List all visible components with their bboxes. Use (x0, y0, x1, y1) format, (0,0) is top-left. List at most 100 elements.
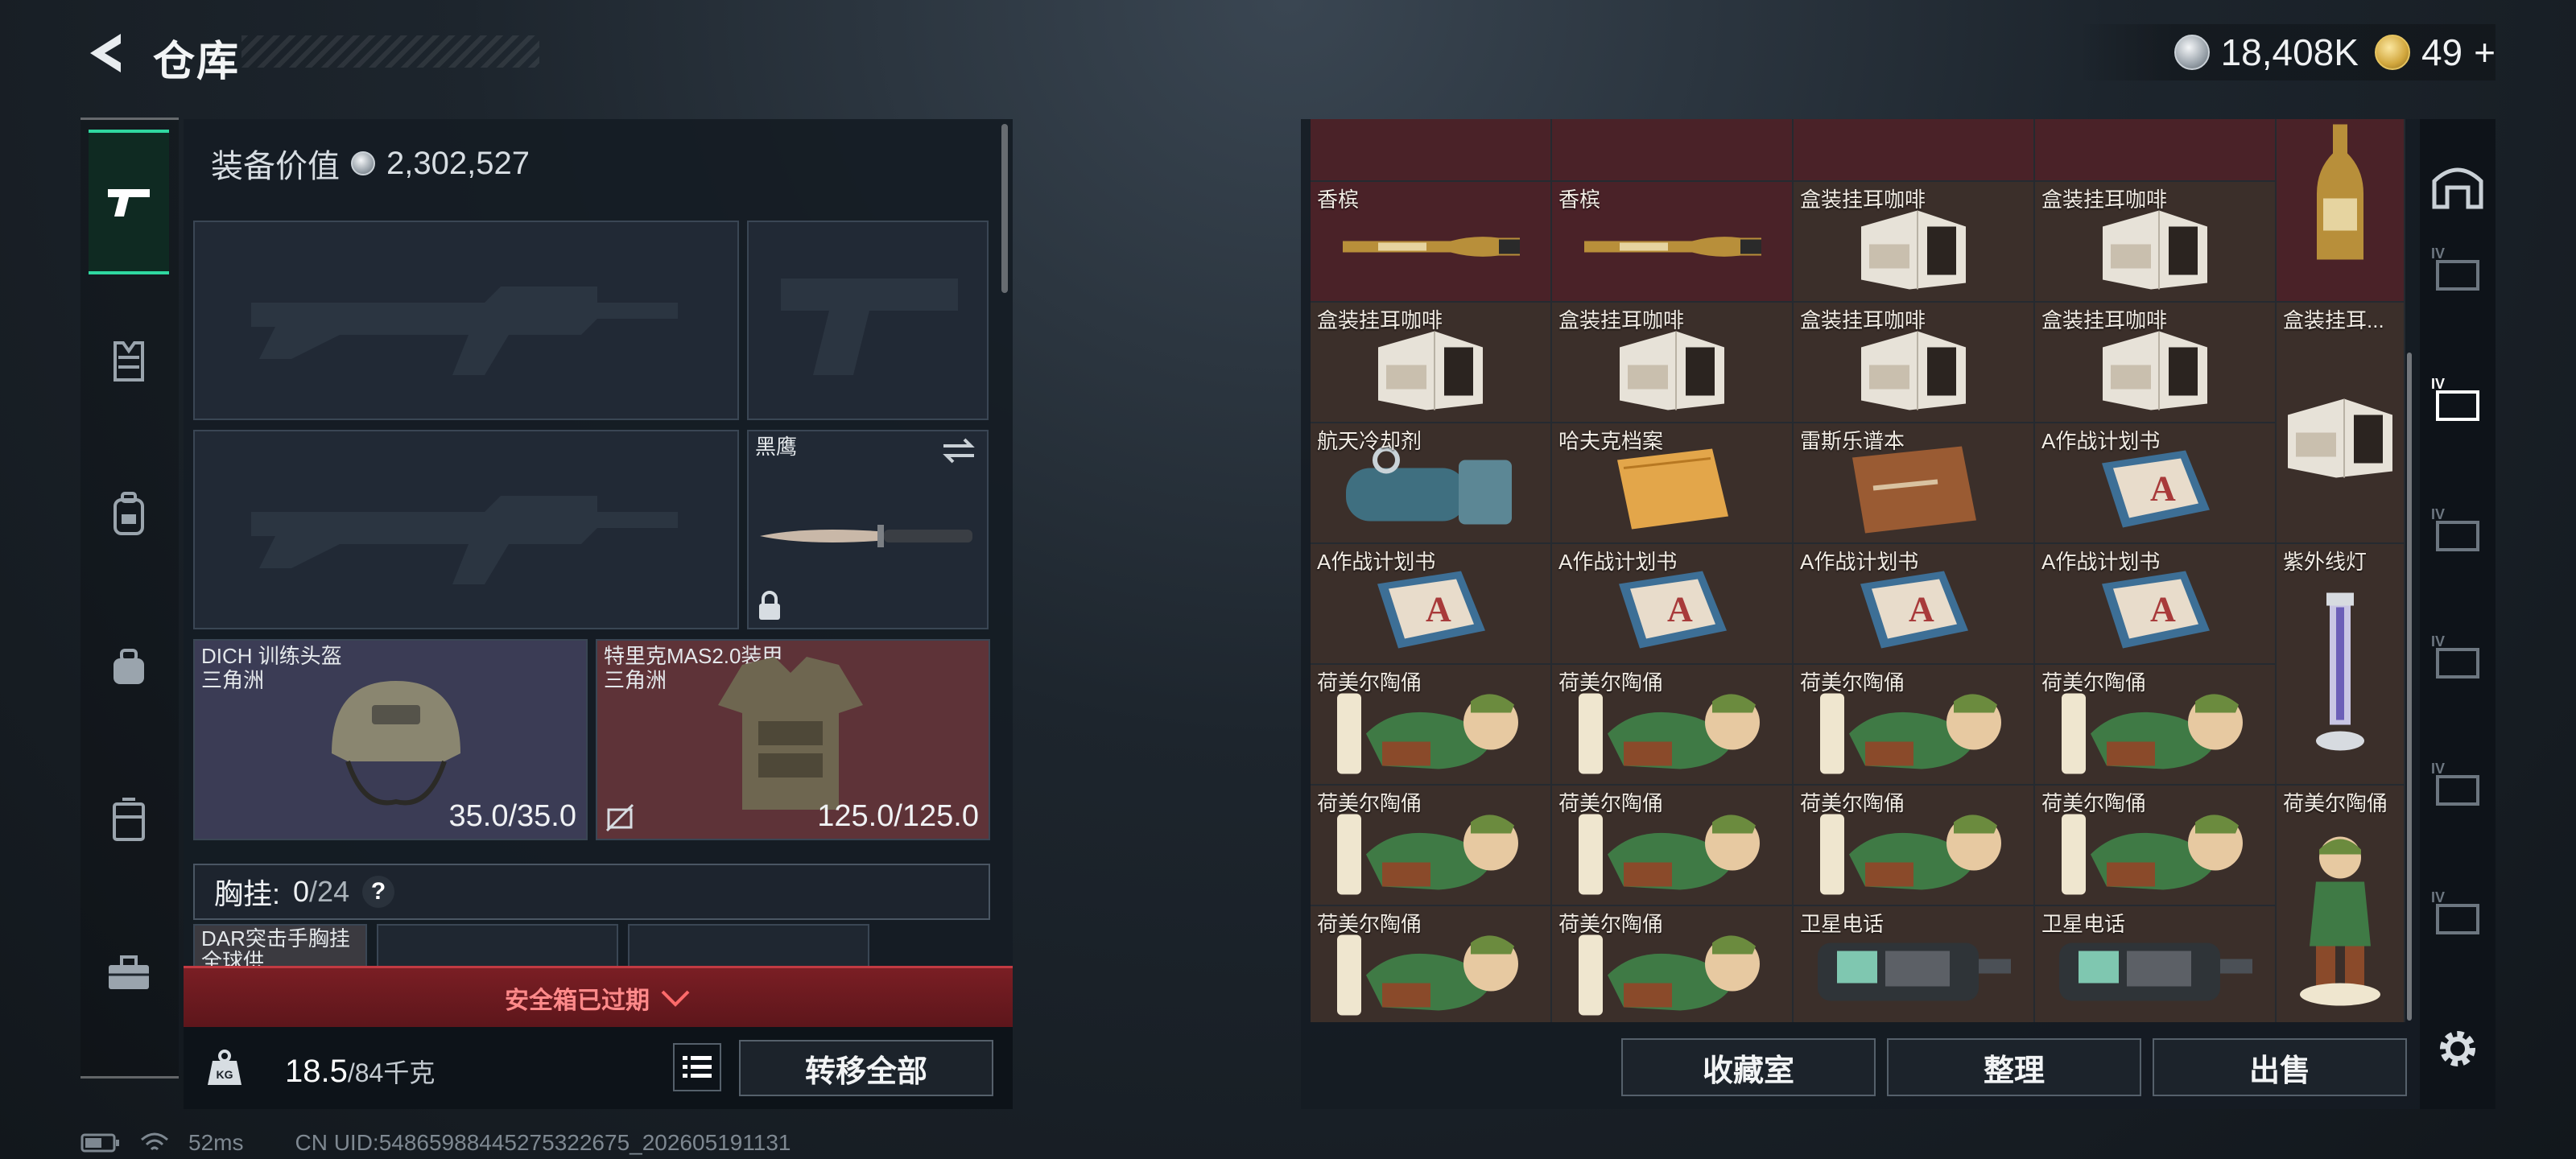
storage-item-figurine[interactable]: 荷美尔陶俑 (1311, 786, 1552, 906)
melee-slot[interactable]: 黑鹰 (747, 430, 989, 629)
storage-item-notebook[interactable]: 雷斯乐谱本 (1794, 423, 2035, 544)
knife-icon (760, 525, 972, 547)
item-label: A作战计划书 (1800, 550, 1919, 574)
storage-item-plan[interactable]: A作战计划书 A (2035, 544, 2277, 665)
storage-item-coffee[interactable]: 盒装挂耳咖啡 (1794, 303, 2035, 423)
storage-item-partial[interactable] (1794, 119, 2035, 182)
storage-item-champagne[interactable]: 香槟 (1552, 182, 1794, 303)
primary-weapon-slot[interactable] (193, 221, 739, 420)
user-uid: CN UID:5486598844527532267​5_20260519113… (295, 1130, 791, 1155)
gold-add-button[interactable]: + (2474, 31, 2496, 74)
armor-slot[interactable]: 特里克MAS2.0装甲 三角洲 125.0/125.0 (596, 639, 990, 840)
category-sidebar (80, 118, 179, 1079)
storage-item-figurine[interactable]: 荷美尔陶俑 (1311, 906, 1552, 1022)
storage-item-coffee[interactable]: 盒装挂耳咖啡 (1794, 182, 2035, 303)
storage-item-bottle[interactable] (2277, 119, 2405, 303)
storage-item-coolant[interactable]: 航天冷却剂 (1311, 423, 1552, 544)
organize-button[interactable]: 整理 (1887, 1038, 2141, 1096)
storage-box-icon: IV (2431, 761, 2479, 806)
ping-value: 52ms (188, 1130, 244, 1155)
sidebar-item-toolbox[interactable] (89, 933, 169, 1013)
storage-tab-2-active[interactable]: IV (2429, 370, 2486, 427)
storage-item-coffee[interactable]: 盒装挂耳... (2277, 303, 2405, 544)
storage-item-plan[interactable]: A作战计划书 A (1311, 544, 1552, 665)
warehouse-tab[interactable] (2429, 158, 2486, 214)
storage-tab-4[interactable]: IV (2429, 628, 2486, 684)
storage-tab-1[interactable]: IV (2429, 240, 2486, 296)
storage-item-partial[interactable] (1311, 119, 1552, 182)
item-label: 卫星电话 (2041, 912, 2126, 936)
sidebar-item-vest[interactable] (89, 321, 169, 402)
item-label: 盒装挂耳... (2283, 308, 2384, 332)
storage-item-figurine[interactable]: 荷美尔陶俑 (1311, 665, 1552, 786)
storage-item-plan[interactable]: A作战计划书 A (1552, 544, 1794, 665)
item-label: 香槟 (1317, 188, 1360, 212)
coffee-icon (1853, 202, 1974, 295)
storage-item-champagne[interactable]: 香槟 (1311, 182, 1552, 303)
knife-name: 黑鹰 (755, 435, 798, 459)
safe-box-expired-banner[interactable]: 安全箱已过期 (184, 966, 1013, 1027)
help-button[interactable]: ? (362, 876, 395, 908)
sidebar-item-weapons[interactable] (89, 130, 169, 274)
gold-currency[interactable]: 49 + (2374, 31, 2496, 74)
storage-tab-3[interactable]: IV (2429, 501, 2486, 557)
storage-item-figurine[interactable]: 荷美尔陶俑 (1794, 786, 2035, 906)
storage-item-plan[interactable]: A作战计划书 A (1794, 544, 2035, 665)
coffee-icon (2095, 323, 2215, 415)
storage-item-phone[interactable]: 卫星电话 (2035, 906, 2277, 1022)
secondary-weapon-slot[interactable] (193, 430, 739, 629)
coffee-icon (1370, 323, 1491, 415)
storage-item-figurine[interactable]: 荷美尔陶俑 (1552, 665, 1794, 786)
swap-icon[interactable] (940, 436, 977, 465)
chest-rig-capacity: 胸挂: 0/24 ? (193, 864, 990, 920)
transfer-all-button[interactable]: 转移全部 (739, 1040, 993, 1096)
sidebar-item-bag[interactable] (89, 627, 169, 707)
backpack-icon (114, 492, 144, 535)
svg-text:IV: IV (2431, 245, 2445, 262)
storage-item-figurine[interactable]: 荷美尔陶俑 (2035, 786, 2277, 906)
storage-item-coffee[interactable]: 盒装挂耳咖啡 (2035, 182, 2277, 303)
storage-item-archive[interactable]: 哈夫克档案 (1552, 423, 1794, 544)
no-repair-icon (605, 803, 634, 832)
bottle-icon (2312, 121, 2368, 270)
storage-item-partial[interactable] (2035, 119, 2277, 182)
storage-item-partial[interactable] (1552, 119, 1794, 182)
item-label: 荷美尔陶俑 (1800, 791, 1905, 815)
silver-currency[interactable]: 18,408K (2174, 31, 2359, 74)
list-view-button[interactable] (673, 1043, 721, 1091)
armor-durability: 125.0/125.0 (817, 799, 979, 833)
list-icon (683, 1056, 712, 1078)
loadout-scrollbar[interactable] (1001, 124, 1008, 293)
storage-item-coffee[interactable]: 盒装挂耳咖啡 (1552, 303, 1794, 423)
sidearm-slot[interactable] (747, 221, 989, 420)
sidebar-item-backpack[interactable] (89, 474, 169, 555)
settings-button[interactable] (2429, 1021, 2486, 1077)
collection-room-button[interactable]: 收藏室 (1621, 1038, 1876, 1096)
sidebar-item-container[interactable] (89, 780, 169, 860)
storage-tab-5[interactable]: IV (2429, 755, 2486, 811)
storage-item-figurine-tall[interactable]: 荷美尔陶俑 (2277, 786, 2405, 1022)
storage-item-figurine[interactable]: 荷美尔陶俑 (2035, 665, 2277, 786)
plan-icon: A (2091, 564, 2219, 657)
chest-rig-slot[interactable]: DAR突击手胸挂 全球供 (193, 924, 367, 972)
helmet-slot[interactable]: DICH 训练头盔 三角洲 35.0/35.0 (193, 639, 588, 840)
kg-label: KG (217, 1068, 233, 1081)
silver-coin-icon (351, 151, 375, 175)
storage-item-plan[interactable]: A作战计划书 A (2035, 423, 2277, 544)
storage-scrollbar[interactable] (2407, 353, 2412, 1021)
chest-sub-slot[interactable] (377, 924, 618, 969)
chest-sub-slot[interactable] (628, 924, 869, 969)
storage-item-coffee[interactable]: 盒装挂耳咖啡 (2035, 303, 2277, 423)
storage-item-figurine[interactable]: 荷美尔陶俑 (1552, 786, 1794, 906)
weight-bar: KG 18.5/84千克 转移全部 (184, 1027, 1013, 1109)
storage-tab-6[interactable]: IV (2429, 884, 2486, 940)
storage-item-uvlamp[interactable]: 紫外线灯 (2277, 544, 2405, 786)
storage-item-figurine[interactable]: 荷美尔陶俑 (1552, 906, 1794, 1022)
storage-box-icon: IV (2431, 506, 2479, 551)
storage-item-figurine[interactable]: 荷美尔陶俑 (1794, 665, 2035, 786)
back-button[interactable] (80, 29, 129, 77)
storage-item-coffee[interactable]: 盒装挂耳咖啡 (1311, 303, 1552, 423)
storage-item-phone[interactable]: 卫星电话 (1794, 906, 2035, 1022)
sell-button[interactable]: 出售 (2153, 1038, 2407, 1096)
toolbox-icon (109, 955, 149, 989)
